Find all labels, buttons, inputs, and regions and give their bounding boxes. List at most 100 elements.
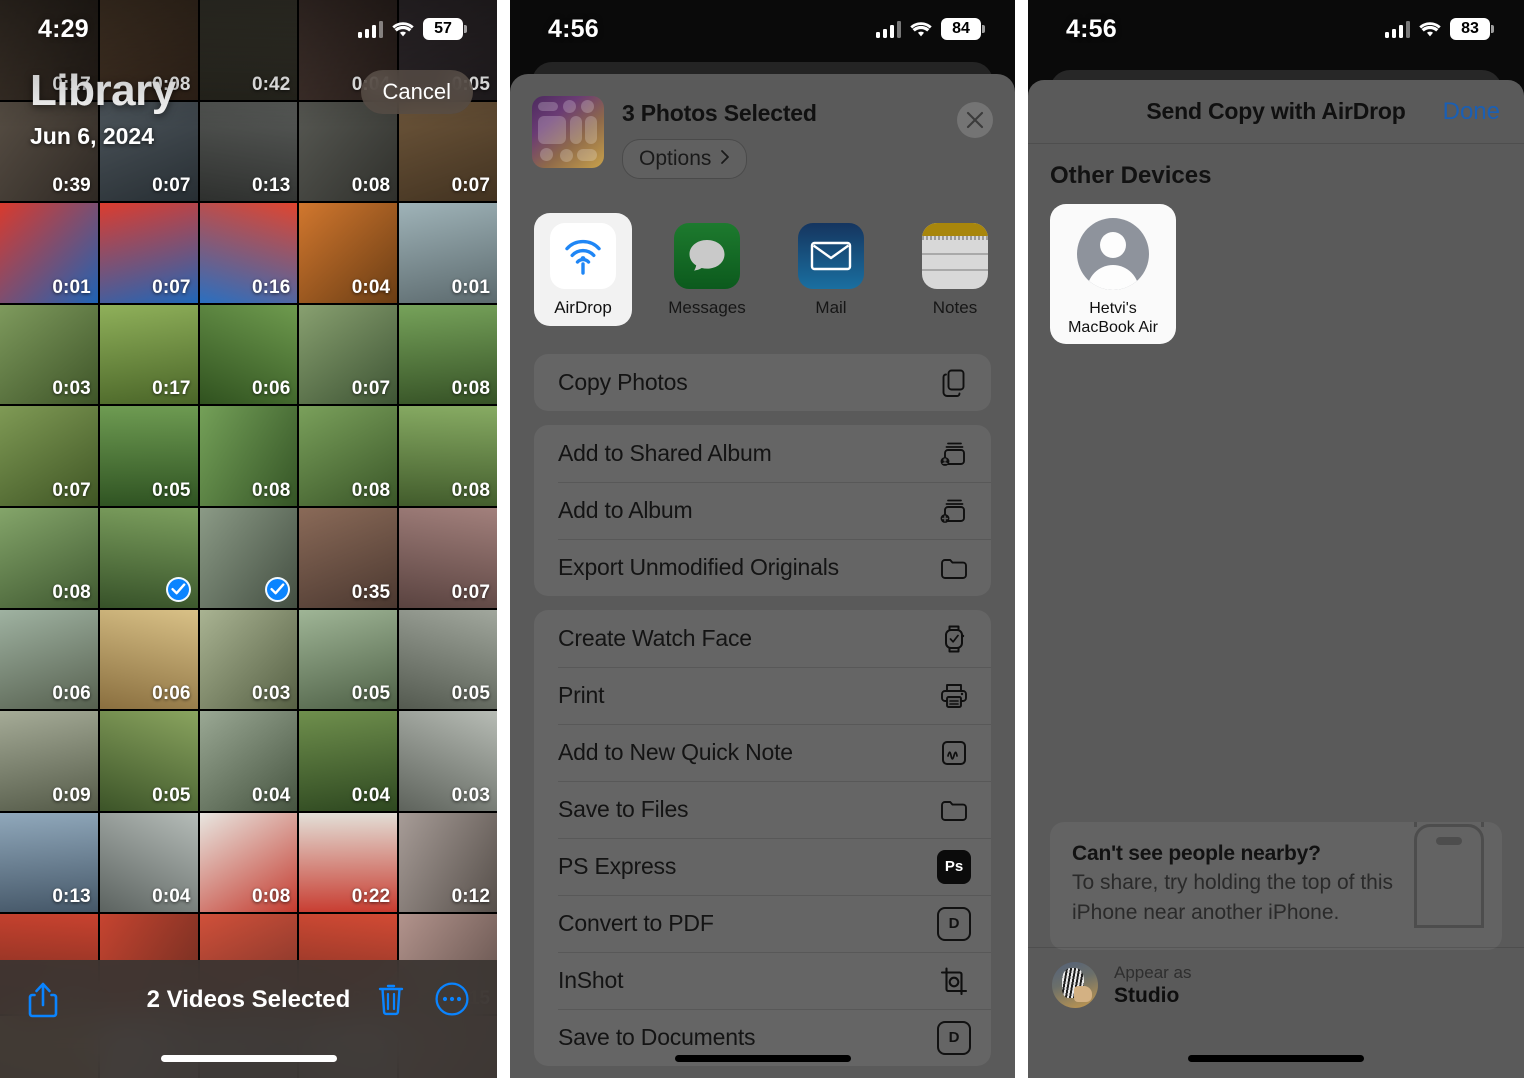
selection-toolbar: 2 Videos Selected: [0, 960, 497, 1078]
share-action-row[interactable]: Copy Photos: [534, 354, 991, 411]
video-duration-label: 0:05: [152, 479, 191, 501]
photo-cell[interactable]: 0:07: [399, 101, 497, 202]
share-app-row[interactable]: AirDropMessagesMailNotesRem: [510, 197, 1015, 340]
video-duration-label: 0:05: [152, 784, 191, 806]
share-action-row[interactable]: InShot: [534, 952, 991, 1009]
video-duration-label: 0:09: [52, 784, 91, 806]
video-duration-label: 0:03: [451, 784, 490, 806]
video-duration-label: 0:12: [451, 886, 490, 908]
airdrop-navbar: Send Copy with AirDrop Done: [1028, 80, 1524, 144]
photo-cell[interactable]: 0:06: [99, 609, 198, 710]
photo-cell[interactable]: 0:05: [299, 609, 398, 710]
share-app-notes[interactable]: Notes: [906, 213, 1004, 326]
panel-airdrop: 4:56 83 Send Copy with AirDrop Done Othe…: [1028, 0, 1524, 1078]
video-duration-label: 0:01: [451, 276, 490, 298]
close-icon[interactable]: [957, 102, 993, 138]
share-action-row[interactable]: Add to Shared Album: [534, 425, 991, 482]
photo-cell[interactable]: 0:13: [0, 812, 98, 913]
photo-cell[interactable]: 0:04: [99, 812, 198, 913]
photo-cell[interactable]: 0:42: [199, 0, 298, 100]
photo-cell[interactable]: 0:05: [399, 609, 497, 710]
photo-cell[interactable]: [199, 507, 298, 608]
video-duration-label: 0:04: [351, 276, 391, 298]
mail-icon: [798, 223, 864, 289]
airdrop-title: Send Copy with AirDrop: [1146, 98, 1406, 124]
share-action-row[interactable]: Add to New Quick Note: [534, 724, 991, 781]
cancel-button[interactable]: Cancel: [360, 70, 473, 114]
photo-cell[interactable]: 0:01: [399, 203, 497, 303]
video-duration-label: 0:35: [351, 581, 391, 603]
photo-cell[interactable]: 0:04: [299, 711, 398, 811]
photo-cell[interactable]: 0:13: [199, 101, 298, 202]
control-center-screenshot-thumbnail: [532, 96, 604, 168]
photo-cell[interactable]: 0:03: [199, 609, 298, 710]
share-app-mail[interactable]: Mail: [782, 213, 880, 326]
photo-cell[interactable]: 0:04: [299, 203, 398, 303]
photo-cell[interactable]: 0:07: [399, 507, 497, 608]
photo-cell[interactable]: 0:07: [299, 304, 398, 405]
video-duration-label: 0:03: [251, 683, 291, 705]
photo-cell[interactable]: 0:08: [299, 406, 398, 506]
share-action-row[interactable]: Save to Files: [534, 781, 991, 838]
photo-cell[interactable]: 0:08: [199, 812, 298, 913]
photo-cell[interactable]: 0:04: [199, 711, 298, 811]
video-duration-label: 0:05: [451, 683, 490, 705]
share-action-row[interactable]: Create Watch Face: [534, 610, 991, 667]
appear-as-row[interactable]: Appear as Studio: [1028, 947, 1524, 1022]
share-action-label: Print: [558, 682, 605, 708]
share-action-row[interactable]: Add to Album: [534, 482, 991, 539]
appear-as-value: Studio: [1114, 983, 1180, 1007]
video-duration-label: 0:08: [351, 175, 391, 197]
video-duration-label: 0:01: [52, 276, 91, 298]
photo-cell[interactable]: [99, 507, 198, 608]
photo-cell[interactable]: 0:03: [0, 304, 98, 405]
photo-cell[interactable]: 0:08: [399, 406, 497, 506]
photo-cell[interactable]: 0:12: [399, 812, 497, 913]
photo-cell[interactable]: 0:08: [199, 406, 298, 506]
photo-cell[interactable]: 0:16: [199, 203, 298, 303]
inshot-icon: [937, 964, 971, 998]
panel-share-sheet: 4:56 84 3 Photos Selected Options AirDro…: [510, 0, 1015, 1078]
documents-app-icon: D: [937, 906, 971, 941]
share-action-row[interactable]: Export Unmodified Originals: [534, 539, 991, 596]
video-duration-label: 0:39: [52, 175, 91, 197]
share-app-messages[interactable]: Messages: [658, 213, 756, 326]
three-panel-screenshot: 0:17 0:08 0:42 0:04 0:05 0:39 0:07 0:13 0:08 0:07…: [0, 0, 1524, 1078]
photo-cell[interactable]: 0:08: [0, 507, 98, 608]
photo-cell[interactable]: 0:07: [99, 101, 198, 202]
photo-grid[interactable]: 0:17 0:08 0:42 0:04 0:05 0:39 0:07 0:13 0:08 0:07…: [0, 0, 497, 1078]
share-action-label: Add to Album: [558, 497, 693, 523]
photo-cell[interactable]: 0:03: [399, 711, 497, 811]
video-duration-label: 0:04: [351, 784, 391, 806]
photo-cell[interactable]: 0:22: [299, 812, 398, 913]
video-duration-label: 0:22: [351, 886, 391, 908]
share-action-row[interactable]: PS Express Ps: [534, 838, 991, 895]
video-duration-label: 0:06: [251, 378, 291, 400]
photo-cell[interactable]: 0:07: [0, 406, 98, 506]
share-action-label: Save to Files: [558, 796, 689, 822]
photo-cell[interactable]: 0:05: [99, 406, 198, 506]
photo-cell[interactable]: 0:07: [99, 203, 198, 303]
options-button[interactable]: Options: [622, 139, 748, 179]
device-card-macbook-air[interactable]: Hetvi's MacBook Air: [1050, 204, 1176, 344]
share-action-row[interactable]: Print: [534, 667, 991, 724]
share-actions-list[interactable]: Copy Photos Add to Shared Album Add to Alb…: [510, 354, 1015, 1066]
photo-cell[interactable]: 0:06: [199, 304, 298, 405]
share-app-airdrop[interactable]: AirDrop: [534, 213, 632, 326]
photo-cell[interactable]: 0:05: [99, 711, 198, 811]
photo-cell[interactable]: 0:01: [0, 203, 98, 303]
done-button[interactable]: Done: [1443, 98, 1500, 126]
home-indicator: [1188, 1055, 1364, 1062]
share-app-label: Notes: [932, 298, 978, 317]
share-action-row[interactable]: Convert to PDF D: [534, 895, 991, 952]
share-action-label: Add to Shared Album: [558, 440, 772, 466]
photo-cell[interactable]: 0:39: [0, 101, 98, 202]
photo-cell[interactable]: 0:08: [399, 304, 497, 405]
copy-icon: [937, 366, 971, 400]
photo-cell[interactable]: 0:08: [299, 101, 398, 202]
photo-cell[interactable]: 0:17: [99, 304, 198, 405]
chevron-right-icon: [720, 147, 730, 171]
photo-cell[interactable]: 0:35: [299, 507, 398, 608]
photo-cell[interactable]: 0:09: [0, 711, 98, 811]
photo-cell[interactable]: 0:06: [0, 609, 98, 710]
